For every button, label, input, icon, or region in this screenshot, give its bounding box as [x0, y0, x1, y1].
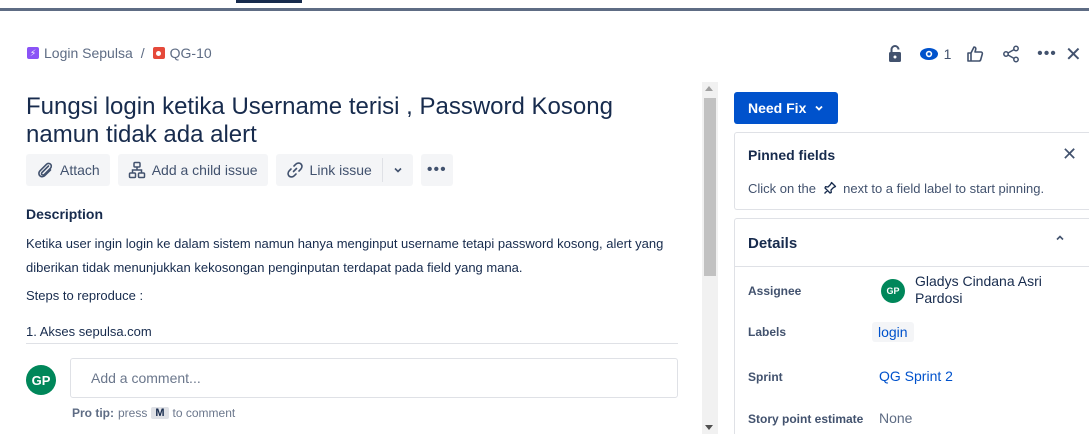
pinned-fields-hint: Click on the next to a field label to st…	[748, 181, 1044, 196]
attach-label: Attach	[60, 162, 100, 178]
project-icon: ⚡	[27, 47, 39, 59]
pin-icon	[823, 181, 836, 194]
breadcrumb: ⚡ Login Sepulsa / QG-10	[27, 45, 212, 61]
bug-icon	[152, 47, 165, 59]
comment-input[interactable]: Add a comment...	[70, 358, 678, 398]
details-title: Details	[748, 235, 798, 252]
issue-toolbar: Attach Add a child issue Link issue •••	[26, 154, 453, 186]
description-fade-divider	[26, 343, 678, 344]
top-navigation-bar	[0, 0, 1089, 11]
close-button[interactable]: ✕	[1065, 42, 1089, 66]
vote-button[interactable]	[957, 42, 993, 66]
issue-header-actions: 1 ••• ✕	[877, 42, 1089, 66]
details-panel: Details Assignee GP Gladys Cindana Asri …	[734, 218, 1089, 434]
protip-label: Pro tip:	[72, 406, 114, 420]
protip-pre: press	[118, 406, 148, 420]
more-icon: •••	[1037, 45, 1057, 62]
eye-icon	[919, 48, 938, 60]
description-text[interactable]: Ketika user ingin login ke dalam sistem …	[26, 232, 686, 280]
keyboard-shortcut-key: M	[151, 407, 169, 419]
add-child-label: Add a child issue	[151, 162, 258, 178]
link-issue-button[interactable]: Link issue	[276, 154, 382, 186]
pinned-hint-pre: Click on the	[748, 181, 816, 196]
watch-button[interactable]: 1	[913, 42, 957, 66]
sprint-label: Sprint	[748, 370, 783, 384]
link-issue-dropdown-button[interactable]	[383, 154, 413, 186]
pinned-fields-panel: Pinned fields ✕ Click on the next to a f…	[734, 132, 1089, 210]
steps-heading: Steps to reproduce :	[26, 288, 144, 303]
close-icon: ✕	[1065, 43, 1082, 66]
more-actions-button[interactable]: •••	[1029, 42, 1065, 66]
link-icon	[286, 162, 303, 178]
chevron-down-icon	[815, 105, 823, 111]
paperclip-icon	[38, 162, 53, 178]
link-issue-label: Link issue	[309, 162, 372, 178]
hierarchy-icon	[128, 161, 145, 179]
breadcrumb-separator: /	[140, 45, 145, 61]
protip-post: to comment	[172, 406, 236, 420]
step-item: 1. Akses sepulsa.com	[26, 324, 152, 339]
scroll-up-arrow-icon[interactable]	[705, 86, 713, 91]
assignee-avatar[interactable]: GP	[881, 279, 905, 303]
thumbs-up-icon	[967, 46, 984, 62]
current-user-avatar[interactable]: GP	[26, 365, 56, 395]
story-point-estimate-label: Story point estimate	[748, 412, 864, 426]
pro-tip: Pro tip: press M to comment	[72, 406, 235, 420]
breadcrumb-issue-key[interactable]: QG-10	[170, 45, 212, 61]
chevron-up-icon	[1056, 235, 1064, 241]
link-issue-split-button: Link issue	[275, 154, 413, 186]
pinned-fields-title: Pinned fields	[748, 147, 836, 163]
active-nav-indicator	[236, 0, 302, 3]
more-icon: •••	[426, 161, 447, 178]
close-icon[interactable]: ✕	[1062, 144, 1077, 165]
lock-icon	[889, 45, 901, 62]
status-label: Need Fix	[748, 100, 807, 116]
attach-button[interactable]: Attach	[26, 154, 110, 186]
sprint-link[interactable]: QG Sprint 2	[879, 368, 953, 384]
story-point-estimate-value[interactable]: None	[879, 410, 912, 426]
watch-count: 1	[943, 46, 952, 62]
assignee-label: Assignee	[748, 284, 802, 298]
toolbar-more-button[interactable]: •••	[420, 154, 453, 186]
main-scrollbar-thumb[interactable]	[704, 98, 716, 276]
issue-title[interactable]: Fungsi login ketika Username terisi , Pa…	[26, 93, 666, 149]
labels-label: Labels	[748, 325, 787, 339]
breadcrumb-project-link[interactable]: Login Sepulsa	[44, 45, 133, 61]
scroll-down-arrow-icon[interactable]	[705, 425, 713, 430]
share-button[interactable]	[993, 42, 1029, 66]
pinned-hint-post: next to a field label to start pinning.	[843, 181, 1045, 196]
assignee-name[interactable]: Gladys Cindana Asri Pardosi	[915, 273, 1075, 307]
share-icon	[1003, 45, 1019, 63]
add-child-issue-button[interactable]: Add a child issue	[117, 154, 268, 186]
restrictions-button[interactable]	[877, 42, 913, 66]
status-dropdown-button[interactable]: Need Fix	[734, 92, 839, 124]
description-heading: Description	[26, 206, 104, 222]
chevron-down-icon	[394, 167, 402, 173]
label-tag[interactable]: login	[872, 322, 914, 342]
details-header[interactable]: Details	[735, 219, 1089, 267]
